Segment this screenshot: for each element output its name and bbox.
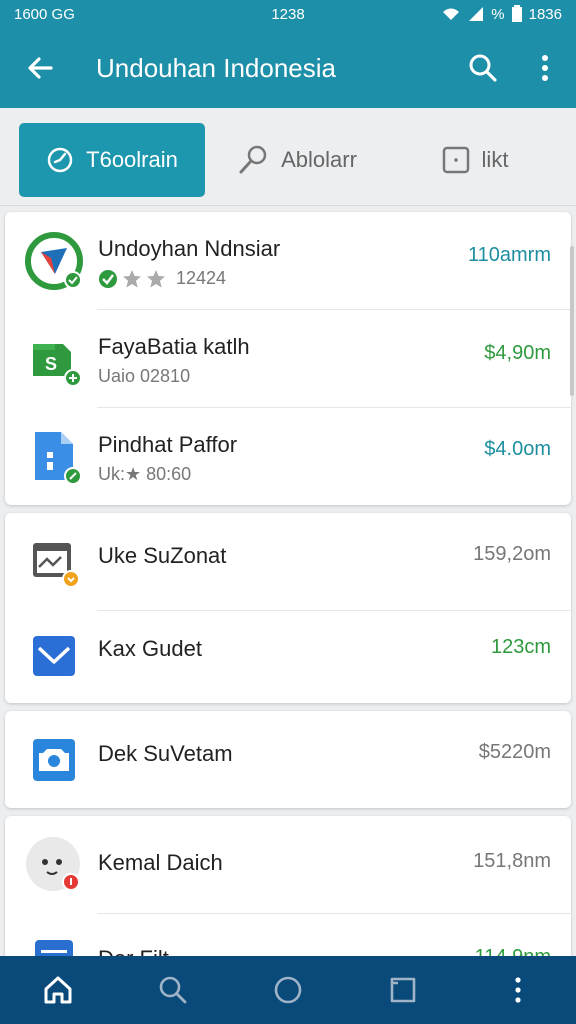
tab-ablolarr[interactable]: Ablolarr [222,123,372,197]
camera-icon [33,739,75,781]
star-icon [123,269,141,287]
card-group-2: Uke SuZonat 159,2om Kax Gudet 123cm [5,513,571,703]
verified-badge-icon [99,269,117,288]
search-icon [159,976,187,1004]
bookmark-square-icon [390,977,416,1003]
list-item[interactable]: Pindhat Paffor Uk:★ 80:60 $4.0om [5,408,571,505]
page-title: Undouhan Indonesia [96,52,336,83]
app-bar: Undouhan Indonesia [0,28,576,108]
bottom-nav [0,956,576,1024]
more-vert-icon [542,55,548,81]
item-subtext: Uk:★ 80:60 [98,464,192,484]
search-button[interactable] [452,28,514,108]
item-name: Dek SuVetam [98,741,233,766]
magnifier-icon [239,145,267,174]
tab-label: T6oolrain [86,147,178,172]
item-name: Uke SuZonat [98,543,227,568]
arrow-left-icon [28,57,53,79]
document-icon [35,432,82,485]
more-options-button[interactable] [514,28,576,108]
nav-home-button[interactable] [28,960,88,1020]
item-subtext: 12424 [176,268,227,288]
nav-square-button[interactable] [373,960,433,1020]
mail-icon [33,636,75,676]
status-right-text: 1836 [528,5,562,23]
wifi-icon [443,8,460,20]
item-subtext: Uaio 02810 [98,366,191,386]
monitor-icon [33,543,80,588]
item-price: 123cm [490,636,551,658]
circle-icon [274,976,302,1004]
more-vert-icon [515,977,521,1003]
list-item[interactable]: Undoyhan Ndnsiar 12424 110amrm [5,212,571,310]
square-icon [442,146,469,174]
item-name: Undoyhan Ndnsiar [98,236,281,261]
card-group-4: Kemal Daich 151,8nm Dor Filt 114,9nm [5,816,571,966]
battery-icon [511,5,522,22]
list-item[interactable]: S FayaBatia katlh Uaio 02810 $4,90m [5,310,571,408]
tab-label: likt [481,147,509,172]
list-item[interactable]: Uke SuZonat 159,2om [5,513,571,611]
item-price: 110amrm [468,244,551,266]
scrollbar[interactable] [570,246,574,396]
compass-icon [25,232,83,290]
nav-search-button[interactable] [143,960,203,1020]
dollar-icon: S [33,344,82,387]
tab-toolrain[interactable]: T6oolrain [19,123,205,197]
item-price: $4,90m [484,342,551,364]
clock-icon [47,147,73,173]
status-left-text: 1600 GG [14,5,75,23]
item-rating: 12424 [98,268,226,289]
item-price: 151,8nm [473,850,551,872]
item-price: $5220m [478,741,551,763]
tab-likt[interactable]: likt [420,123,530,197]
status-bar: 1600 GG 1238 % 1836 [0,0,576,28]
card-group-1: Undoyhan Ndnsiar 12424 110amrm S FayaBat… [5,212,571,505]
item-name: Pindhat Paffor [98,432,238,457]
back-button[interactable] [0,28,80,108]
nav-more-button[interactable] [488,960,548,1020]
search-icon [469,54,497,82]
nav-circle-button[interactable] [258,960,318,1020]
battery-percent: % [491,5,505,23]
list-item[interactable]: Dek SuVetam $5220m [5,711,571,808]
signal-icon [469,7,484,21]
svg-text:S: S [45,354,57,374]
star-icon [147,269,165,287]
tab-bar: T6oolrain Ablolarr likt [0,108,576,206]
item-price: $4.0om [484,438,551,460]
item-name: FayaBatia katlh [98,334,250,359]
item-name: Kemal Daich [98,850,223,875]
item-price: 159,2om [473,543,551,565]
item-name: Kax Gudet [98,636,202,661]
face-icon [26,837,80,891]
card-group-3: Dek SuVetam $5220m [5,711,571,808]
home-icon [44,976,72,1004]
tab-label: Ablolarr [281,147,357,172]
list-item[interactable]: Kemal Daich 151,8nm [5,816,571,914]
list-item[interactable]: Kax Gudet 123cm [5,606,571,703]
